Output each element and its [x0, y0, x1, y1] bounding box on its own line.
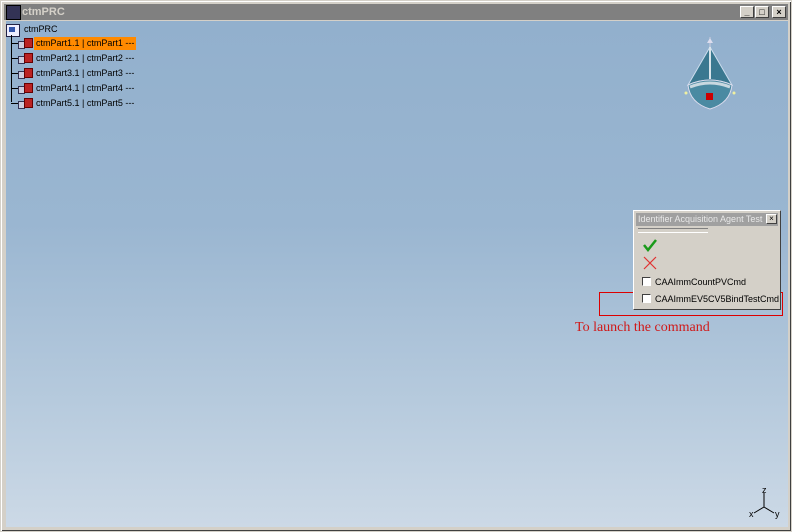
- part-icon: [18, 83, 33, 94]
- identifier-dialog: Identifier Acquisition Agent Test × CAAI…: [633, 210, 781, 310]
- tree-item-label: ctmPart3.1 | ctmPart3 ---: [36, 68, 135, 78]
- tree-connector: [11, 35, 12, 102]
- window-title: ctmPRC: [22, 6, 65, 18]
- minimize-button[interactable]: _: [740, 6, 754, 18]
- tree-item-label: ctmPart1.1 | ctmPart1 ---: [34, 37, 137, 50]
- maximize-button[interactable]: □: [755, 6, 769, 18]
- title-bar[interactable]: ctmPRC _ □ ×: [4, 4, 788, 20]
- checkbox[interactable]: [642, 277, 651, 286]
- x-icon[interactable]: [642, 256, 658, 270]
- checkbox[interactable]: [642, 294, 651, 303]
- axis-x-label: x: [749, 509, 754, 519]
- tree-item-label: ctmPart2.1 | ctmPart2 ---: [36, 53, 135, 63]
- option-label: CAAImmCountPVCmd: [655, 277, 747, 287]
- compass-icon[interactable]: [678, 35, 744, 115]
- 3d-viewport[interactable]: ctmPRC ctmPart1.1 | ctmPart1 --- ctmPart…: [6, 21, 788, 527]
- annotation-text: To launch the command: [575, 320, 710, 335]
- app-icon: [6, 5, 21, 20]
- axis-z-label: z: [762, 485, 767, 495]
- dialog-divider: [638, 228, 708, 233]
- dialog-title: Identifier Acquisition Agent Test: [638, 214, 763, 224]
- dialog-close-button[interactable]: ×: [766, 214, 777, 224]
- part-icon: [18, 38, 33, 49]
- close-button[interactable]: ×: [772, 6, 786, 18]
- tree-root-label: ctmPRC: [24, 24, 58, 34]
- dialog-title-bar[interactable]: Identifier Acquisition Agent Test ×: [636, 213, 778, 226]
- check-icon[interactable]: [642, 238, 658, 252]
- dialog-body: CAAImmCountPVCmd CAAImmEV5CV5BindTestCmd: [638, 234, 779, 305]
- part-icon: [18, 68, 33, 79]
- tree-item-label: ctmPart5.1 | ctmPart5 ---: [36, 98, 135, 108]
- part-icon: [18, 98, 33, 109]
- main-window: ctmPRC _ □ × ctmPRC ctmPart1.1 | ctmPart…: [0, 0, 792, 532]
- axis-y-label: y: [775, 509, 780, 519]
- axis-triad-icon: z x y: [749, 485, 780, 519]
- part-icon: [18, 53, 33, 64]
- product-icon: [6, 24, 20, 37]
- tree-item-label: ctmPart4.1 | ctmPart4 ---: [36, 83, 135, 93]
- option-label: CAAImmEV5CV5BindTestCmd: [655, 294, 780, 304]
